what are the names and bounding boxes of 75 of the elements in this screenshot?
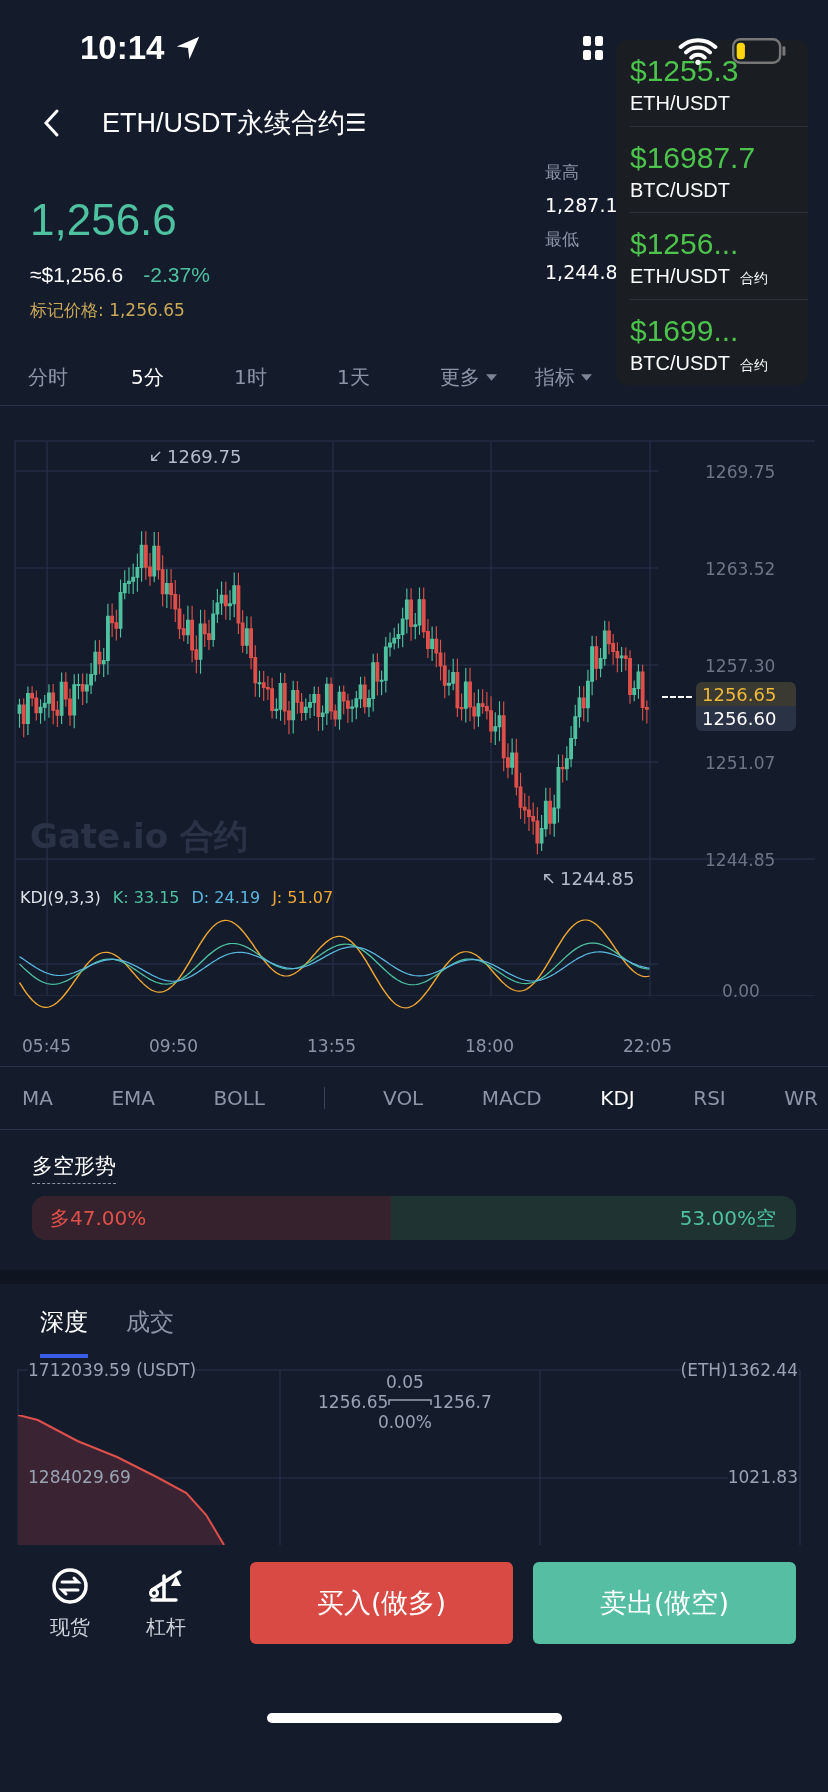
spread-value: 0.05: [385, 1372, 424, 1392]
widget-price: $1255.3: [630, 56, 740, 87]
widget-tag: 合约: [740, 356, 768, 375]
exchange-icon: [50, 1565, 90, 1606]
usd-price: ≈$1,256.6: [30, 263, 124, 287]
price-axis-label: 1263.52: [705, 558, 776, 581]
widget-price: $16987.7: [630, 142, 757, 173]
caret-icon: [581, 374, 592, 381]
time-axis-label: 18:00: [465, 1036, 515, 1056]
sentiment-title: 多空形势: [32, 1152, 116, 1184]
caret-icon: [486, 374, 497, 381]
price-axis-label: 1269.75: [705, 461, 776, 484]
page-title: ETH/USDT永续合约: [102, 106, 345, 140]
widget-pair: BTC/USDT: [630, 178, 730, 202]
indicator-tab[interactable]: KDJ: [600, 1086, 635, 1110]
kdj-axis-label: 0.00: [722, 981, 760, 1001]
shortcut-button[interactable]: 现货: [38, 1565, 102, 1641]
depth-axis-label: 1712039.59 (USDT): [28, 1360, 197, 1380]
widget-pair: BTC/USDT: [630, 351, 730, 375]
menu-button[interactable]: ☰: [345, 108, 367, 137]
spread-bracket-icon: [388, 1398, 433, 1406]
long-percent: 多47.00%: [50, 1204, 147, 1232]
depth-axis-label: 1284029.69: [28, 1467, 131, 1487]
depth-axis-label: (ETH)1362.44: [680, 1360, 798, 1380]
timeframe-tab[interactable]: 5分: [123, 364, 226, 391]
indicator-tab[interactable]: MA: [22, 1086, 53, 1110]
mark-price-label: 1256.65: [696, 682, 796, 707]
kdj-j-value: J: 51.07: [272, 888, 334, 907]
indicator-tab[interactable]: EMA: [111, 1086, 156, 1110]
ask-price: 1256.7: [432, 1392, 492, 1412]
time-axis-label: 09:50: [149, 1036, 199, 1056]
mark-price: 标记价格: 1,256.65: [30, 299, 186, 322]
price-change: -2.37%: [143, 263, 210, 287]
stat-value: 1,287.1: [545, 194, 618, 216]
stat-label: 最低: [545, 228, 580, 251]
low-price-marker: 1244.85: [560, 868, 635, 889]
indicator-tab[interactable]: VOL: [383, 1086, 424, 1110]
pointer-arrow-icon: [150, 451, 161, 462]
floating-price-widget[interactable]: $1255.3 ETH/USDT $16987.7 BTC/USDT $1256... ETH/USDT 合约 $1699... BTC/USDT 合约: [616, 40, 808, 385]
indicator-tab[interactable]: BOLL: [213, 1086, 265, 1110]
short-percent: 53.00%空: [679, 1204, 776, 1232]
depth-tab[interactable]: 成交: [126, 1306, 174, 1358]
indicator-tab[interactable]: RSI: [693, 1086, 726, 1110]
time-axis-label: 13:55: [307, 1036, 357, 1056]
kdj-title: KDJ(9,3,3): [20, 888, 101, 907]
indicator-tab[interactable]: WR: [784, 1086, 818, 1110]
high-price-marker: 1269.75: [167, 446, 242, 467]
widget-pair: ETH/USDT: [630, 92, 730, 116]
widget-pair: ETH/USDT: [630, 265, 730, 289]
price-axis-label: 1244.85: [705, 849, 776, 872]
last-price: 1,256.6: [30, 195, 178, 245]
time-axis-label: 05:45: [22, 1036, 72, 1056]
last-price-label: 1256.60: [696, 706, 796, 731]
indicator-tab[interactable]: MACD: [481, 1086, 542, 1110]
kdj-d-value: D: 24.19: [191, 888, 261, 907]
kdj-k-value: K: 33.15: [112, 888, 180, 907]
timeframe-tab[interactable]: 1天: [329, 364, 432, 391]
shortcut-button[interactable]: 杠杆: [134, 1565, 198, 1641]
buy-long-button[interactable]: 买入(做多): [250, 1562, 513, 1644]
status-time: 10:14: [80, 28, 165, 67]
spread-percent: 0.00%: [377, 1412, 432, 1432]
bid-price: 1256.65: [318, 1392, 389, 1412]
time-axis-label: 22:05: [623, 1036, 673, 1056]
widget-price: $1699...: [630, 315, 740, 346]
pointer-arrow-icon: [543, 873, 554, 884]
price-axis-label: 1257.30: [705, 655, 776, 678]
dropdown-tab[interactable]: 指标: [527, 364, 592, 391]
dropdown-tab[interactable]: 更多: [432, 364, 497, 391]
timeframe-tab[interactable]: 1时: [226, 364, 329, 391]
timeframe-tab[interactable]: 分时: [20, 364, 123, 391]
stat-label: 最高: [545, 161, 580, 184]
price-axis-label: 1251.07: [705, 752, 776, 775]
widget-price: $1256...: [630, 229, 740, 260]
stat-value: 1,244.8: [545, 261, 618, 283]
widget-tag: 合约: [740, 270, 768, 289]
